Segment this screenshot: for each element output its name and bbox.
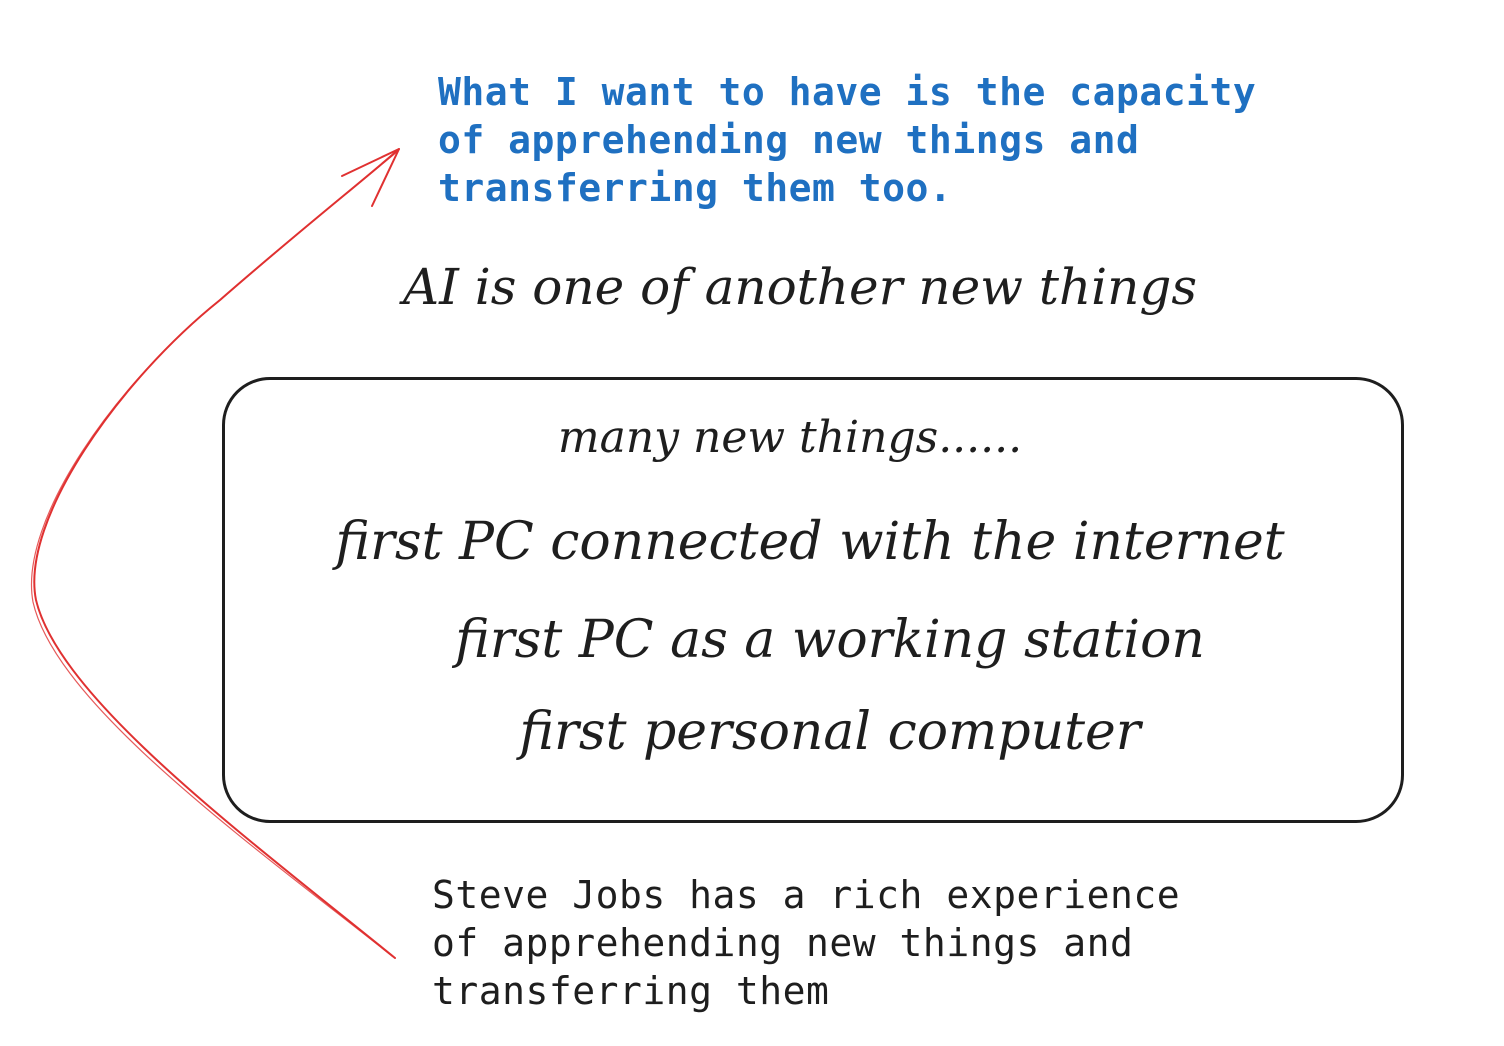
bottom-quote-line: of apprehending new things and	[432, 921, 1134, 965]
top-quote-line: What I want to have is the capacity	[438, 70, 1257, 114]
top-quote: What I want to have is the capacity of ap…	[438, 68, 1256, 212]
box-item: first PC as a working station	[455, 610, 1205, 670]
box-title: many new things......	[557, 412, 1023, 463]
bottom-quote-line: transferring them	[432, 969, 830, 1013]
box-item: first PC connected with the internet	[335, 512, 1285, 572]
bottom-quote: Steve Jobs has a rich experience of appre…	[432, 871, 1180, 1015]
diagram-canvas: What I want to have is the capacity of ap…	[0, 0, 1504, 1046]
top-quote-line: transferring them too.	[438, 166, 953, 210]
bottom-quote-line: Steve Jobs has a rich experience	[432, 873, 1181, 917]
box-item: first personal computer	[519, 702, 1141, 762]
headline: AI is one of another new things	[402, 258, 1198, 316]
top-quote-line: of apprehending new things and	[438, 118, 1140, 162]
